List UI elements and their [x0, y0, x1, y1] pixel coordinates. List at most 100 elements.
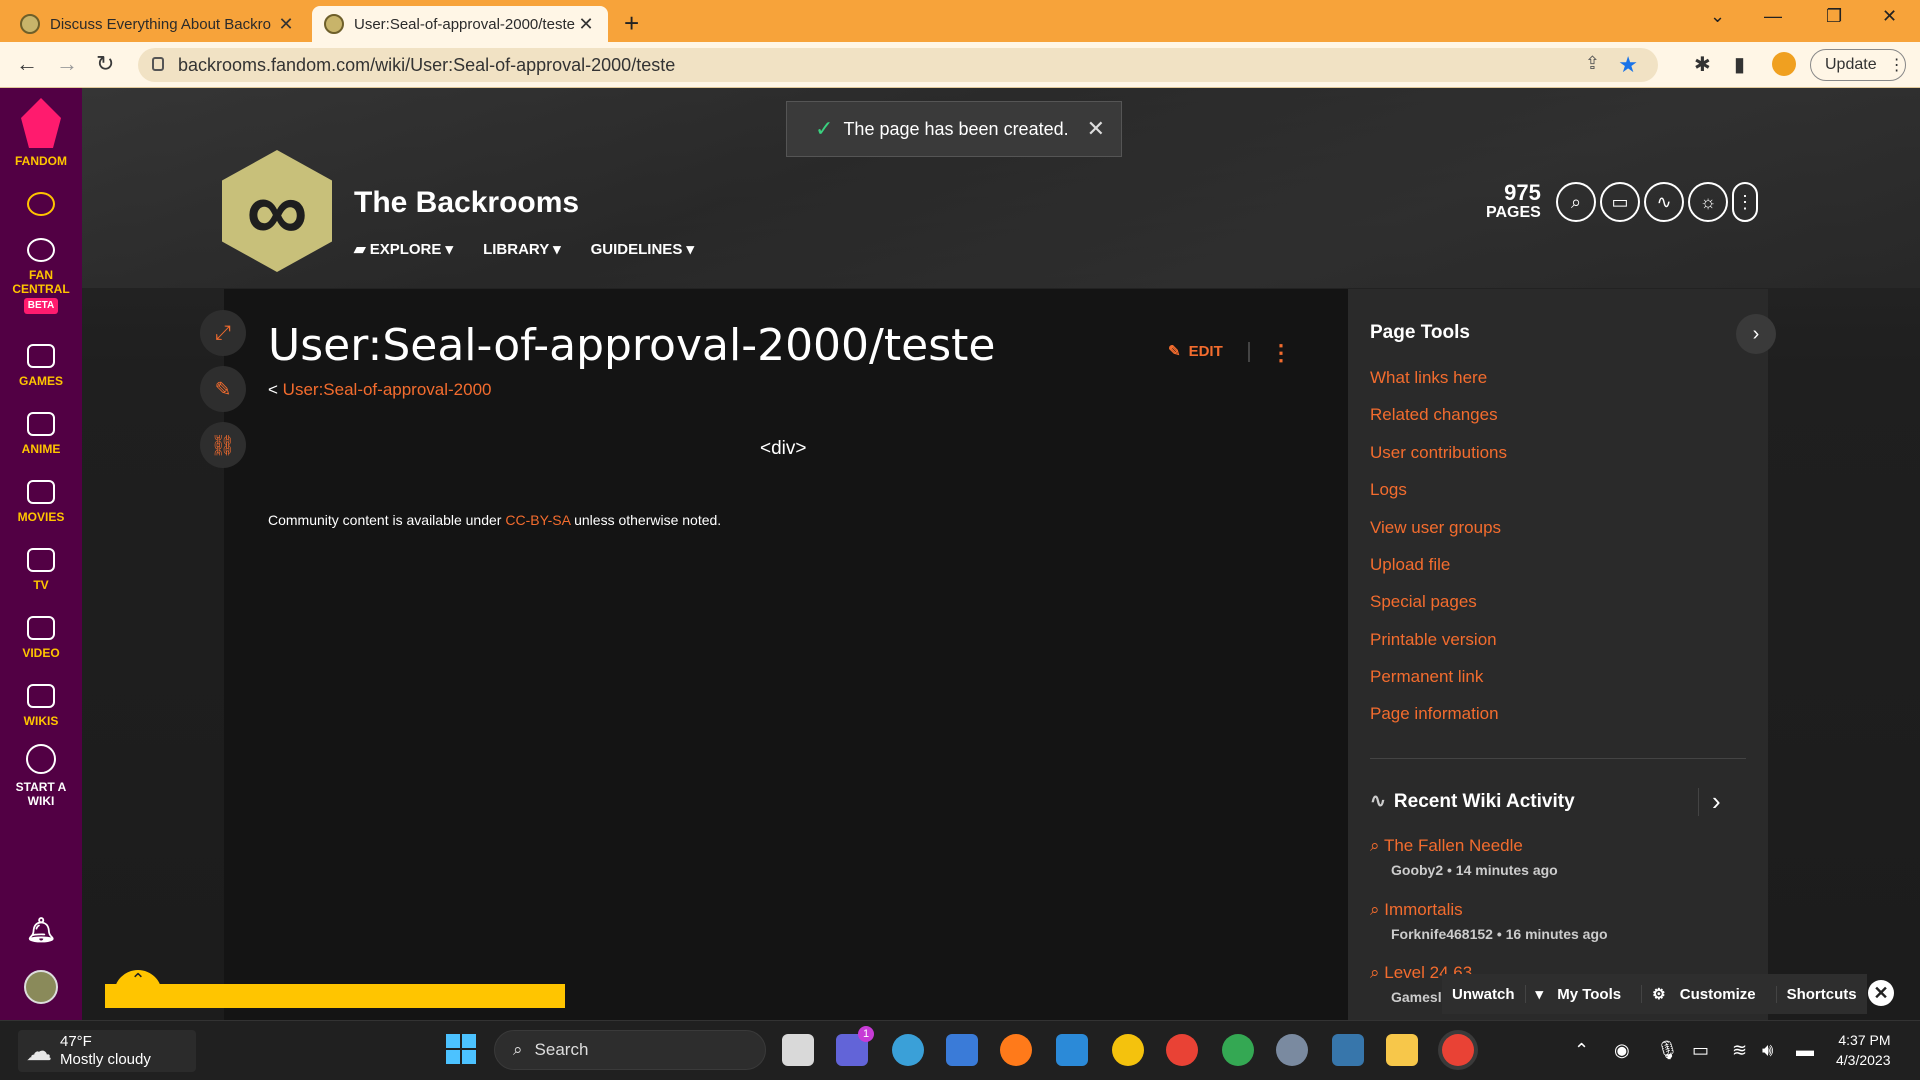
- rail-item-video[interactable]: VIDEO: [0, 616, 82, 660]
- activity-pulse-icon: ∿: [1370, 791, 1386, 812]
- rail-item-start-a-wiki[interactable]: START A WIKI: [0, 744, 82, 808]
- fullscreen-toggle[interactable]: ⤢: [200, 310, 246, 356]
- chevron-right-icon: ›: [1752, 322, 1760, 345]
- discussions-button[interactable]: ▭: [1600, 182, 1640, 222]
- vscode-icon[interactable]: [1056, 1034, 1088, 1066]
- license-notice: Community content is available under CC-…: [268, 512, 721, 528]
- forward-arrow-icon[interactable]: →: [56, 51, 78, 77]
- side-panel-icon[interactable]: ▮: [1734, 52, 1745, 77]
- tab-teste[interactable]: User:Seal-of-approval-2000/teste ✕: [312, 6, 608, 42]
- chrome-icon[interactable]: [1166, 1034, 1198, 1066]
- clock[interactable]: 4:37 PM 4/3/2023: [1836, 1030, 1891, 1070]
- rail-item-anime[interactable]: ANIME: [0, 412, 82, 456]
- close-tab-icon[interactable]: ✕: [276, 14, 296, 35]
- close-my-tools-icon[interactable]: ✕: [1868, 980, 1894, 1006]
- page-tool-link[interactable]: What links here: [1370, 368, 1487, 388]
- photos-icon[interactable]: [946, 1034, 978, 1066]
- volume-icon[interactable]: 🔊︎: [1762, 1040, 1773, 1061]
- customize-button[interactable]: ⚙ Customize: [1641, 985, 1775, 1003]
- maximize-button[interactable]: ❐: [1826, 6, 1842, 27]
- nav-explore[interactable]: ▰ EXPLORE ▾: [354, 240, 453, 258]
- task-view-icon[interactable]: [782, 1034, 814, 1066]
- rail-label: MOVIES: [17, 510, 65, 524]
- update-button[interactable]: Update ⋮: [1810, 49, 1906, 81]
- side-link-button[interactable]: ⛓: [200, 422, 246, 468]
- page-tool-link[interactable]: Permanent link: [1370, 667, 1483, 687]
- chrome-active-icon[interactable]: [1442, 1034, 1474, 1066]
- nav-guidelines[interactable]: GUIDELINES ▾: [591, 240, 694, 258]
- keyboard-icon[interactable]: ▭: [1692, 1040, 1709, 1061]
- wiki-search-button[interactable]: ⌕: [1556, 182, 1596, 222]
- rail-item-movies[interactable]: MOVIES: [0, 480, 82, 524]
- breadcrumb-link[interactable]: User:Seal-of-approval-2000: [283, 380, 492, 399]
- chrome-icon[interactable]: [1112, 1034, 1144, 1066]
- page-actions-kebab-icon[interactable]: ⋮: [1270, 340, 1292, 366]
- rail-item-fan-central[interactable]: FAN CENTRAL BETA: [0, 238, 82, 314]
- page-tool-link[interactable]: Printable version: [1370, 630, 1497, 650]
- weather-widget[interactable]: ☁ 47°F Mostly cloudy: [18, 1030, 196, 1072]
- rail-item-wikis[interactable]: WIKIS: [0, 684, 82, 728]
- wifi-icon[interactable]: ≋: [1732, 1040, 1747, 1061]
- teams-chat-icon[interactable]: 1: [836, 1026, 874, 1066]
- url-field[interactable]: backrooms.fandom.com/wiki/User:Seal-of-a…: [138, 48, 1658, 82]
- address-bar-row: ← → ↻ backrooms.fandom.com/wiki/User:Sea…: [0, 42, 1920, 88]
- chevron-up-icon[interactable]: ⌃: [1574, 1040, 1589, 1061]
- profile-avatar[interactable]: [1772, 52, 1796, 76]
- wiki-name[interactable]: The Backrooms: [354, 186, 579, 220]
- minimize-button[interactable]: —: [1764, 6, 1782, 27]
- settings-gear-icon[interactable]: [1276, 1034, 1308, 1066]
- shortcuts-button[interactable]: Shortcuts: [1775, 985, 1867, 1003]
- battery-icon[interactable]: ▬: [1796, 1040, 1814, 1061]
- taskbar-search[interactable]: ⌕ Search: [494, 1030, 766, 1070]
- my-tools-button[interactable]: ▾ My Tools: [1524, 985, 1642, 1003]
- notifications-bell-icon[interactable]: 🔔︎: [0, 919, 82, 943]
- edit-label: EDIT: [1188, 342, 1223, 360]
- activity-button[interactable]: ∿: [1644, 182, 1684, 222]
- page-tool-link[interactable]: Upload file: [1370, 555, 1450, 575]
- side-edit-button[interactable]: ✎: [200, 366, 246, 412]
- rail-item-tv[interactable]: TV: [0, 548, 82, 592]
- extensions-puzzle-icon[interactable]: ✱: [1694, 52, 1711, 77]
- unwatch-button[interactable]: Unwatch: [1442, 986, 1525, 1003]
- theme-toggle-button[interactable]: ☼: [1688, 182, 1728, 222]
- close-toast-icon[interactable]: ✕: [1087, 116, 1105, 142]
- chrome-tray-icon[interactable]: ◉: [1614, 1040, 1630, 1061]
- microphone-icon[interactable]: 🎙︎: [1656, 1040, 1679, 1061]
- tab-discuss[interactable]: Discuss Everything About Backro ✕: [8, 6, 308, 42]
- page-tool-link[interactable]: Related changes: [1370, 405, 1498, 425]
- page-tool-link[interactable]: Special pages: [1370, 592, 1477, 612]
- chrome-icon[interactable]: [1222, 1034, 1254, 1066]
- file-explorer-icon[interactable]: [1386, 1034, 1418, 1066]
- edge-globe-icon[interactable]: [892, 1034, 924, 1066]
- recent-activity-more-chevron-icon[interactable]: ›: [1712, 786, 1721, 817]
- page-tool-link[interactable]: User contributions: [1370, 443, 1507, 463]
- reload-icon[interactable]: ↻: [96, 51, 114, 77]
- close-window-button[interactable]: ✕: [1882, 6, 1897, 27]
- fandom-logo[interactable]: FANDOM: [0, 98, 82, 168]
- firefox-icon[interactable]: [1000, 1034, 1032, 1066]
- search-button[interactable]: [0, 192, 82, 222]
- windows-start-icon[interactable]: [446, 1034, 476, 1064]
- close-tab-icon[interactable]: ✕: [576, 14, 596, 35]
- activity-item[interactable]: ⌕ The Fallen Needle: [1370, 836, 1523, 856]
- nav-label: LIBRARY: [483, 241, 549, 258]
- python-icon[interactable]: [1332, 1034, 1364, 1066]
- back-arrow-icon[interactable]: ←: [16, 51, 38, 77]
- more-options-button[interactable]: ⋮: [1732, 182, 1758, 222]
- page-tool-link[interactable]: Logs: [1370, 480, 1407, 500]
- bookmark-star-icon[interactable]: ★: [1618, 52, 1638, 78]
- new-tab-button[interactable]: +: [624, 8, 639, 39]
- collapse-rail-button[interactable]: ›: [1736, 314, 1776, 354]
- tab-search-chevron-icon[interactable]: ⌄: [1710, 6, 1725, 27]
- license-prefix: Community content is available under: [268, 512, 502, 528]
- license-link[interactable]: CC-BY-SA: [505, 512, 570, 528]
- user-avatar[interactable]: [0, 970, 82, 1004]
- share-icon[interactable]: ⇪: [1585, 53, 1600, 74]
- nav-library[interactable]: LIBRARY ▾: [483, 240, 561, 258]
- page-tool-link[interactable]: View user groups: [1370, 518, 1501, 538]
- page-tool-link[interactable]: Page information: [1370, 704, 1499, 724]
- edit-button[interactable]: ✎ EDIT: [1168, 342, 1223, 361]
- rail-item-games[interactable]: GAMES: [0, 344, 82, 388]
- activity-item[interactable]: ⌕ Immortalis: [1370, 900, 1463, 920]
- page-title: User:Seal-of-approval-2000/teste: [268, 320, 996, 371]
